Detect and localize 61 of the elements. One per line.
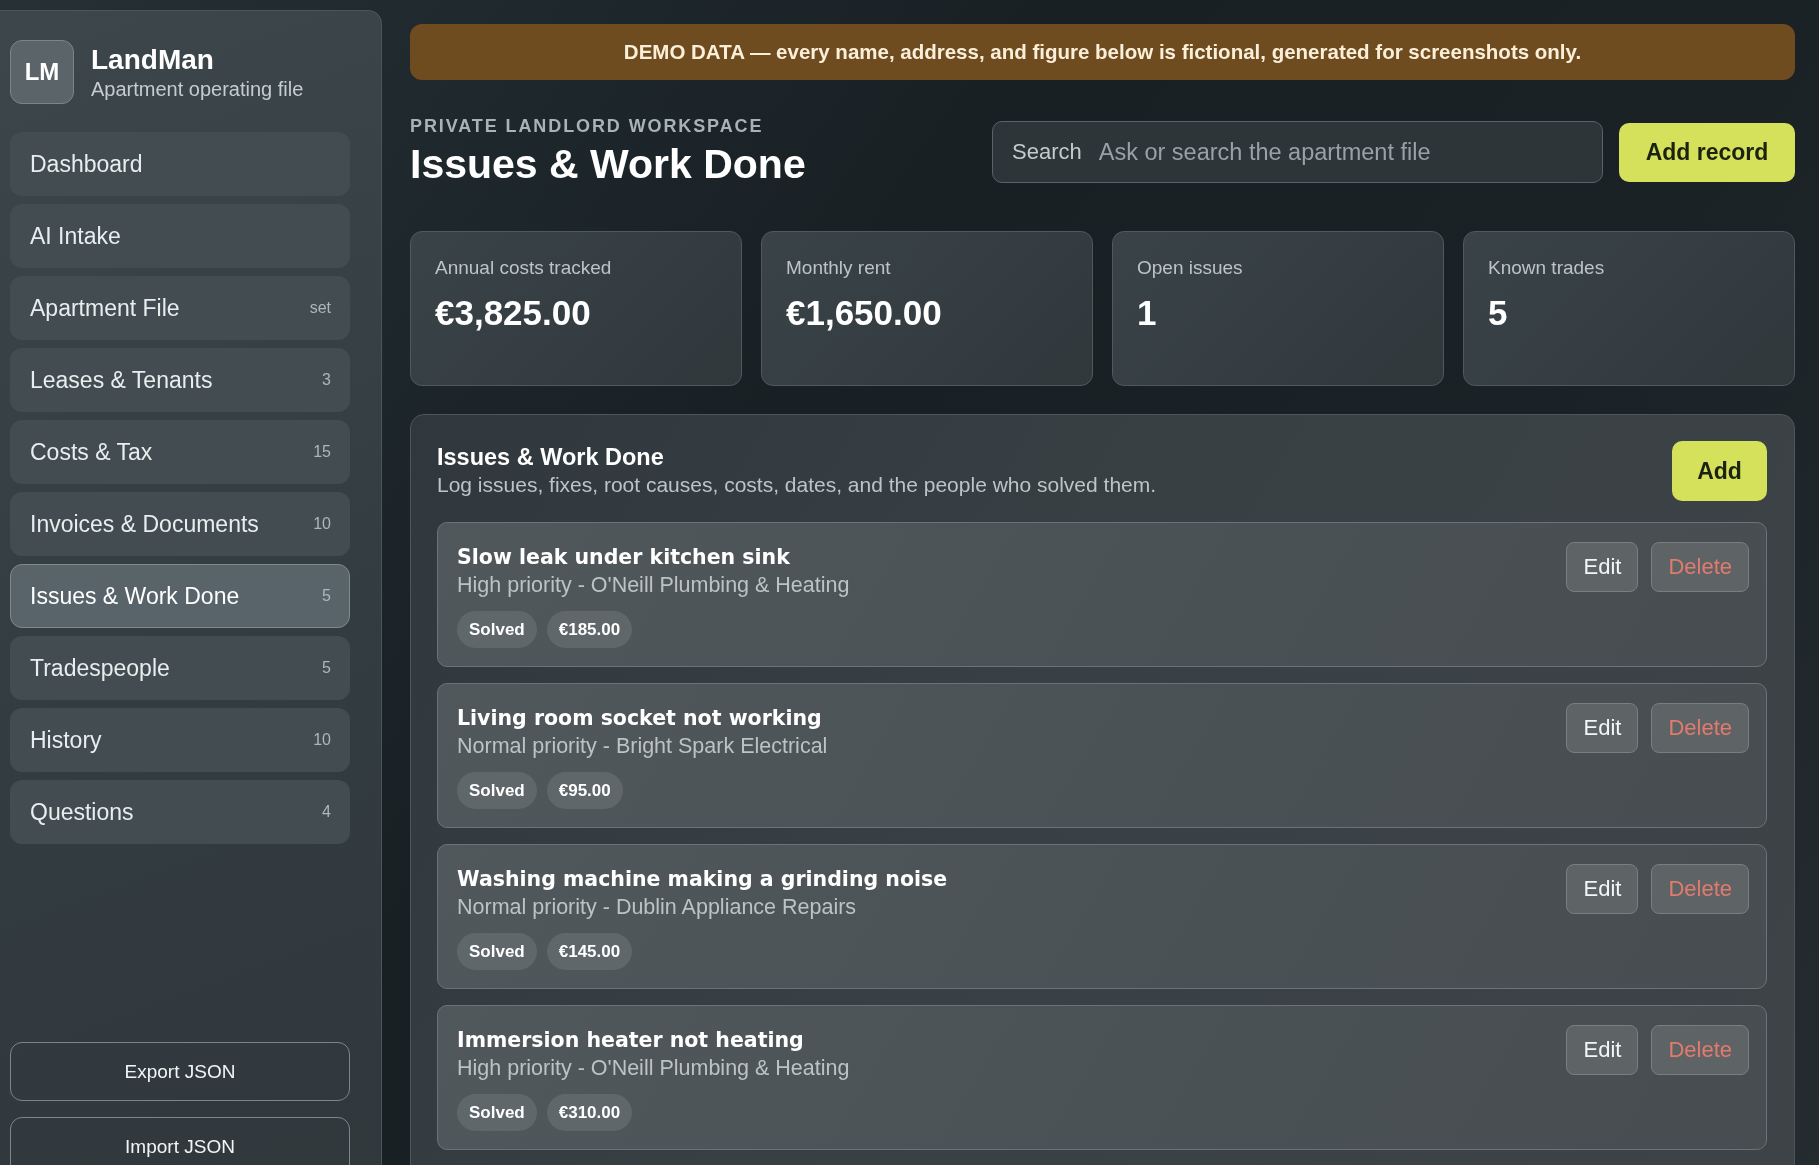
item-count: 5 — [322, 659, 331, 677]
nav-item[interactable]: Questions 4 — [10, 780, 350, 844]
search-field[interactable]: Search Ask or search the apartment file — [992, 121, 1603, 183]
item-count: 10 — [313, 515, 331, 533]
nav-item[interactable]: History 10 — [10, 708, 350, 772]
nav-item[interactable]: Invoices & Documents 10 — [10, 492, 350, 556]
issue-title: Living room socket not working — [457, 705, 823, 732]
add-button[interactable]: Add — [1672, 441, 1767, 501]
stat-value: €1,650.00 — [786, 292, 943, 334]
issue-detail: High priority - O'Neill Plumbing & Heating — [457, 1055, 850, 1082]
sidebar-button[interactable]: Import JSON — [10, 1117, 350, 1165]
page-eyebrow: PRIVATE LANDLORD WORKSPACE — [410, 116, 765, 136]
nav-item[interactable]: Tradespeople 5 — [10, 636, 350, 700]
edit-button[interactable]: Edit — [1566, 1025, 1639, 1075]
brand-logo: LM — [10, 40, 74, 104]
nav-item[interactable]: Issues & Work Done 5 — [10, 564, 350, 628]
issue-detail: Normal priority - Bright Spark Electrical — [457, 733, 828, 760]
stat-value: 1 — [1137, 292, 1158, 334]
item-count: set — [309, 299, 331, 317]
nav-item[interactable]: Leases & Tenants 3 — [10, 348, 350, 412]
edit-button[interactable]: Edit — [1566, 864, 1639, 914]
cost-tag: €145.00 — [546, 933, 633, 970]
status-tag: Solved — [457, 772, 537, 809]
status-tag: Solved — [457, 1094, 537, 1131]
nav-item[interactable]: AI Intake — [10, 204, 350, 268]
item-count: 10 — [313, 731, 331, 749]
stat-label: Annual costs tracked — [435, 256, 613, 279]
panel-title: Issues & Work Done — [437, 444, 665, 471]
stat-value: 5 — [1488, 292, 1509, 334]
status-tag: Solved — [457, 611, 537, 648]
item-count: 4 — [322, 803, 331, 821]
issue-title: Slow leak under kitchen sink — [457, 544, 791, 571]
stat-label: Known trades — [1488, 256, 1606, 279]
app-subtitle: Apartment operating file — [91, 77, 304, 101]
stat-label: Monthly rent — [786, 256, 892, 279]
issue-detail: Normal priority - Dublin Appliance Repairs — [457, 894, 858, 921]
cost-tag: €310.00 — [546, 1094, 633, 1131]
issue-detail: High priority - O'Neill Plumbing & Heating — [457, 572, 850, 599]
cost-tag: €95.00 — [546, 772, 623, 809]
demo-banner: DEMO DATA — every name, address, and figure below is fictional, generated for screenshots only. — [410, 24, 1795, 80]
edit-button[interactable]: Edit — [1566, 542, 1639, 592]
search-input[interactable]: Ask or search the apartment file — [1098, 138, 1584, 166]
issue-title: Immersion heater not heating — [457, 1027, 805, 1054]
panel-subtitle: Log issues, fixes, root causes, costs, dates, and the people who solved them. — [437, 472, 1157, 498]
nav-item[interactable]: Dashboard — [10, 132, 350, 196]
item-count: 15 — [313, 443, 331, 461]
stat-label: Open issues — [1137, 256, 1244, 279]
app-name: LandMan — [91, 43, 215, 77]
issue-title: Washing machine making a grinding noise — [457, 866, 948, 893]
status-tag: Solved — [457, 933, 537, 970]
nav-item[interactable]: Costs & Tax 15 — [10, 420, 350, 484]
cost-tag: €185.00 — [546, 611, 633, 648]
nav-item[interactable]: Apartment File set — [10, 276, 350, 340]
add-record-button[interactable]: Add record — [1619, 122, 1795, 182]
page-title: Issues & Work Done — [410, 140, 806, 188]
item-count: 5 — [322, 587, 331, 605]
edit-button[interactable]: Edit — [1566, 703, 1639, 753]
sidebar-button[interactable]: Export JSON — [10, 1042, 350, 1101]
search-label: Search — [1012, 139, 1082, 165]
stat-value: €3,825.00 — [435, 292, 592, 334]
item-count: 3 — [322, 371, 331, 389]
